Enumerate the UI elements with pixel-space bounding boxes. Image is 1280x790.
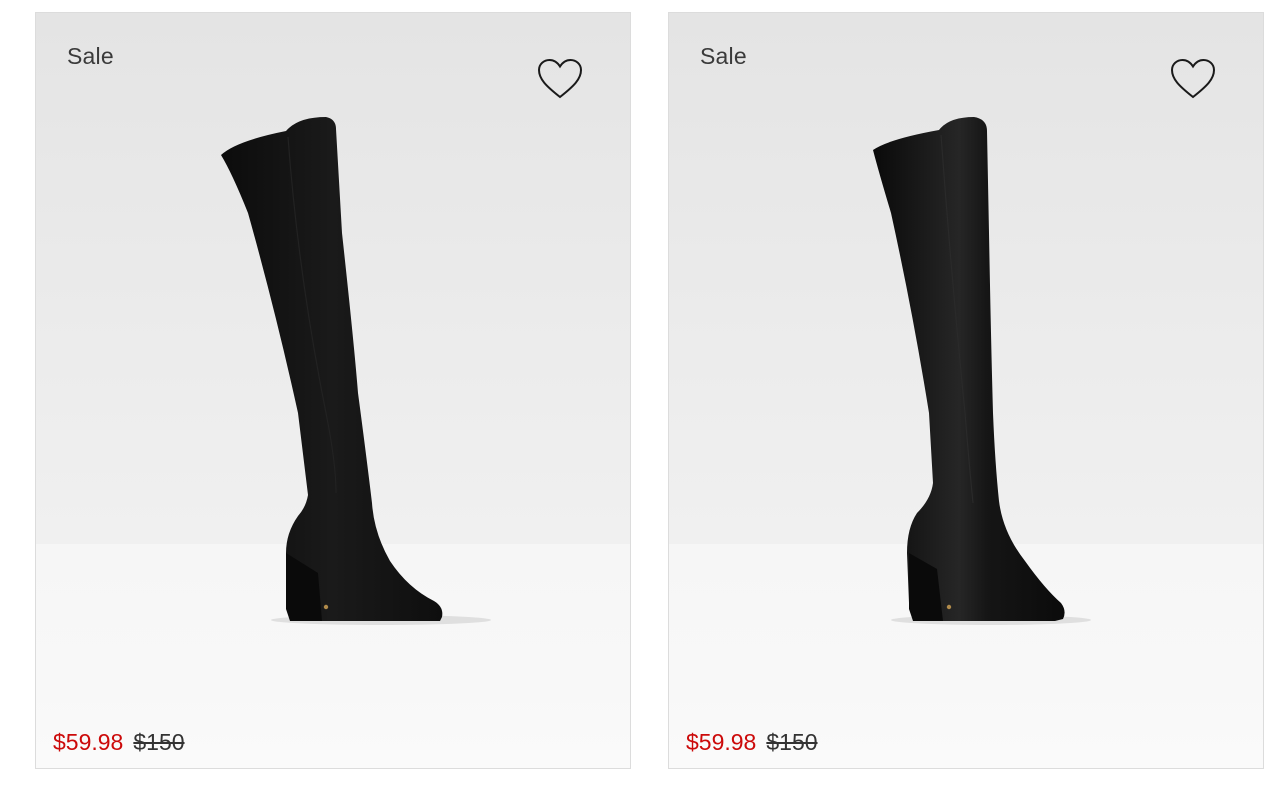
- heart-outline-icon: [537, 58, 583, 99]
- wishlist-button[interactable]: [536, 57, 584, 101]
- product-image[interactable]: [36, 13, 631, 769]
- original-price: $150: [133, 729, 185, 755]
- price-row: $59.98 $150: [686, 729, 818, 756]
- original-price: $150: [766, 729, 818, 755]
- product-card[interactable]: Sale $59.98 $150: [668, 12, 1264, 769]
- sale-price: $59.98: [53, 729, 124, 755]
- product-card[interactable]: Sale $59.98 $150: [35, 12, 631, 769]
- sale-price: $59.98: [686, 729, 757, 755]
- heart-outline-icon: [1170, 58, 1216, 99]
- product-image[interactable]: [669, 13, 1264, 769]
- sale-badge: Sale: [700, 43, 747, 69]
- product-grid: Sale $59.98 $150 Sale $59.98 $150: [0, 0, 1280, 790]
- wishlist-button[interactable]: [1169, 57, 1217, 101]
- sale-badge: Sale: [67, 43, 114, 69]
- price-row: $59.98 $150: [53, 729, 185, 756]
